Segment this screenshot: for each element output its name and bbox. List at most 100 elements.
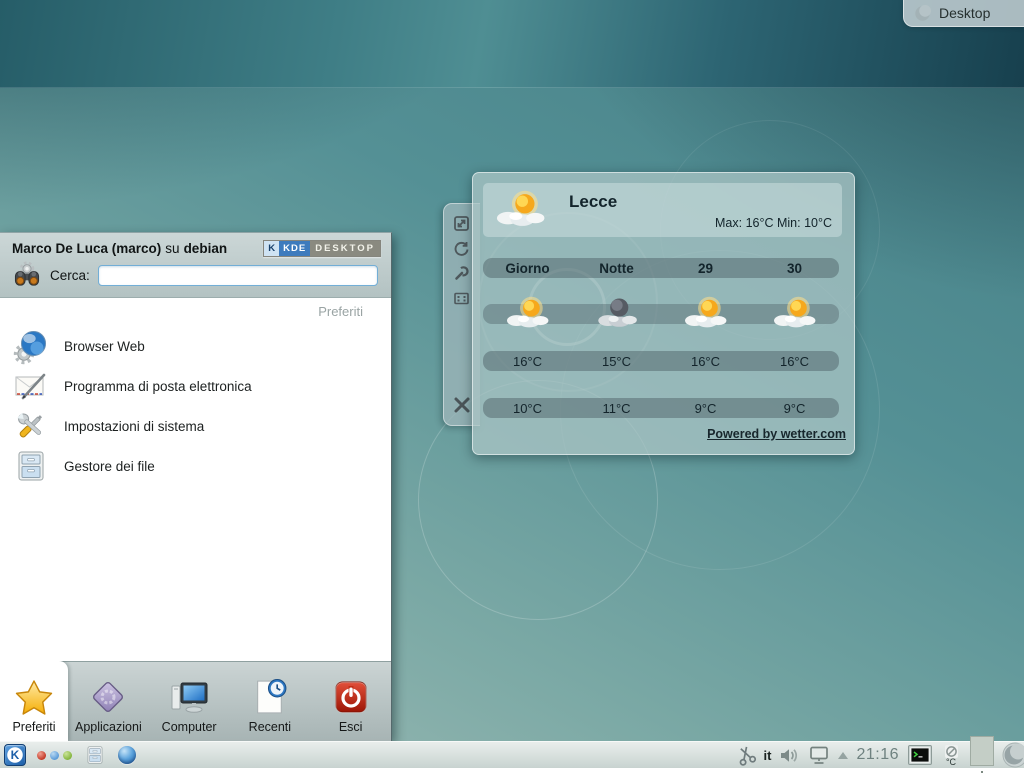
title-connector: su (165, 241, 179, 256)
blue-dot-icon[interactable] (50, 751, 59, 760)
list-item-browser-web[interactable]: Browser Web (0, 326, 391, 366)
crossed-tools-icon (14, 409, 48, 443)
weather-tray-unit: °C (946, 758, 956, 766)
list-item-label: Impostazioni di sistema (64, 419, 204, 434)
night-temp: 9°C (661, 401, 750, 416)
digital-clock[interactable]: 21:16 (856, 746, 899, 764)
mail-pen-icon (14, 369, 48, 403)
kickoff-launcher: Marco De Luca (marco) su debian K KDE DE… (0, 232, 392, 741)
star-icon (15, 679, 53, 715)
globe-icon (118, 746, 136, 764)
kde-logo-mini: K (264, 241, 279, 256)
kde-menu-button[interactable]: K (4, 744, 26, 766)
maximize-icon[interactable] (453, 290, 471, 308)
file-cabinet-icon (85, 745, 105, 765)
kde-logo-k: K (5, 745, 25, 765)
tab-label: Recenti (249, 720, 291, 734)
tab-label: Preferiti (12, 720, 55, 734)
globe-gear-icon (14, 329, 48, 363)
user-name: Marco De Luca (marco) (12, 241, 161, 256)
clipboard-scissors-icon[interactable] (736, 745, 756, 765)
sun-cloud-icon (772, 296, 818, 330)
bottom-panel: K it (0, 741, 1024, 768)
web-browser-launcher[interactable] (118, 746, 136, 764)
weather-max-min: Max: 16°C Min: 10°C (715, 216, 832, 230)
system-tray: it 21:16 °C (736, 740, 1024, 770)
night-temp: 11°C (572, 401, 661, 416)
desktop-toolbox[interactable]: Desktop (903, 0, 1024, 27)
list-item-label: Programma di posta elettronica (64, 379, 252, 394)
plasma-cashew-icon (914, 5, 931, 22)
tab-label: Esci (339, 720, 363, 734)
wallpaper-top-band (0, 0, 1024, 88)
close-icon[interactable] (451, 394, 469, 412)
terminal-window-icon[interactable] (908, 745, 932, 765)
weather-widget: Lecce Max: 16°C Min: 10°C Giorno Notte 2… (472, 172, 855, 455)
kickoff-header: Marco De Luca (marco) su debian K KDE DE… (0, 233, 391, 298)
configure-wrench-icon[interactable] (453, 265, 471, 283)
network-monitor-icon[interactable] (808, 746, 830, 765)
tab-esci[interactable]: Esci (310, 662, 391, 741)
night-temperatures-row: 10°C 11°C 9°C 9°C (483, 398, 839, 418)
tab-label: Computer (162, 720, 217, 734)
moon-cloud-icon (594, 296, 640, 330)
panel-toolbox-cashew[interactable] (1000, 742, 1024, 768)
day-temperatures-row: 16°C 15°C 16°C 16°C (483, 351, 839, 371)
list-item-label: Gestore dei file (64, 459, 155, 474)
list-item-email-program[interactable]: Programma di posta elettronica (0, 366, 391, 406)
weather-header: Lecce Max: 16°C Min: 10°C (483, 183, 842, 237)
activity-dots (37, 751, 72, 760)
volume-icon[interactable] (779, 747, 800, 764)
tab-preferiti[interactable]: Preferiti (0, 661, 68, 741)
night-temp: 10°C (483, 401, 572, 416)
sun-cloud-icon (683, 296, 729, 330)
not-available-icon (945, 745, 958, 758)
sun-cloud-icon (505, 296, 551, 330)
kickoff-tab-bar: Preferiti Applicazioni (0, 661, 391, 741)
kde-desktop-badge: K KDE DESKTOP (263, 240, 381, 257)
tab-computer[interactable]: Computer (149, 662, 230, 741)
day-temp: 16°C (483, 354, 572, 369)
badge-desktop-label: DESKTOP (310, 241, 380, 256)
col-header: 30 (750, 261, 839, 276)
forecast-icons-row (483, 304, 839, 324)
kde-diamond-icon (90, 679, 126, 715)
power-icon (333, 679, 369, 715)
desktop-toolbox-label: Desktop (939, 5, 990, 21)
section-breadcrumb: Preferiti (0, 304, 391, 326)
search-label: Cerca: (50, 268, 90, 283)
tab-recenti[interactable]: Recenti (230, 662, 311, 741)
keyboard-layout-indicator[interactable]: it (764, 748, 772, 763)
favorites-list: Preferiti Browser Web (0, 298, 391, 661)
green-dot-icon[interactable] (63, 751, 72, 760)
badge-kde-label: KDE (279, 241, 310, 256)
col-header: Notte (572, 261, 661, 276)
host-name: debian (184, 241, 228, 256)
day-temp: 15°C (572, 354, 661, 369)
day-temp: 16°C (750, 354, 839, 369)
weather-city: Lecce (569, 192, 617, 212)
tab-applicazioni[interactable]: Applicazioni (68, 662, 149, 741)
sun-cloud-icon (495, 189, 547, 229)
file-cabinet-icon (14, 449, 48, 483)
night-temp: 9°C (750, 401, 839, 416)
wetter-credit-link[interactable]: Powered by wetter.com (707, 427, 846, 441)
weather-tray-icon[interactable]: °C (940, 745, 962, 766)
forecast-column-headers: Giorno Notte 29 30 (483, 258, 839, 278)
resize-icon[interactable] (453, 215, 471, 233)
col-header: 29 (661, 261, 750, 276)
list-item-file-manager[interactable]: Gestore dei file (0, 446, 391, 486)
tab-label: Applicazioni (75, 720, 142, 734)
day-temp: 16°C (661, 354, 750, 369)
file-manager-launcher[interactable] (85, 745, 105, 765)
list-item-label: Browser Web (64, 339, 145, 354)
document-clock-icon (252, 678, 288, 716)
tray-expander-icon[interactable] (838, 752, 848, 759)
red-dot-icon[interactable] (37, 751, 46, 760)
rotate-icon[interactable] (453, 240, 471, 258)
search-input[interactable] (98, 265, 378, 286)
plasma-cashew-icon (1000, 742, 1024, 768)
list-item-system-settings[interactable]: Impostazioni di sistema (0, 406, 391, 446)
kickoff-title: Marco De Luca (marco) su debian K KDE DE… (12, 240, 381, 257)
panel-mini-widget[interactable] (970, 736, 994, 766)
